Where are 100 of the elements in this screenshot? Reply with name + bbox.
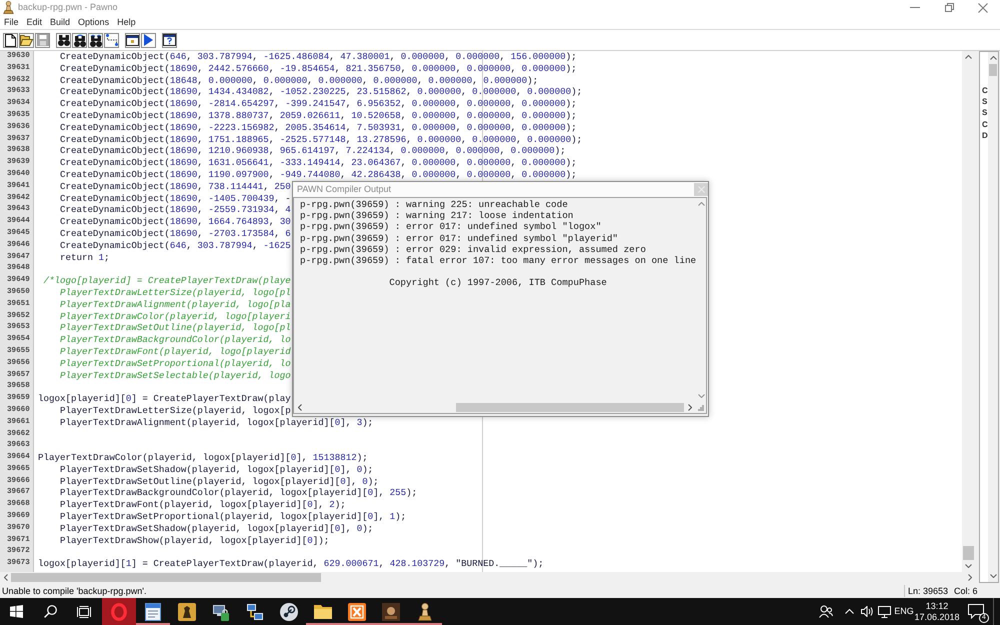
toolbar-button[interactable] <box>56 32 71 48</box>
chevron-right-icon[interactable] <box>968 574 972 581</box>
task-view-icon <box>77 606 91 618</box>
menu-item[interactable]: Options <box>74 16 114 28</box>
size-grip-icon[interactable] <box>698 404 704 410</box>
toolbar-button[interactable] <box>3 32 18 48</box>
code-line: CreateDynamicObject(18648, 0.000000, 0.000000, 0.000000, 0.000000, 0.000000, 0.000000); <box>60 74 538 86</box>
page-icon <box>5 34 16 46</box>
chevron-right-icon[interactable] <box>688 404 692 411</box>
chevron-left-icon[interactable] <box>4 574 8 581</box>
comment-line: PlayerTextDrawAlignment(playerid, logo[pla <box>60 298 291 311</box>
chevron-left-icon[interactable] <box>298 404 302 411</box>
code-line: CreateDynamicObject(18690, 1210.960938, 965.614197, 7.224134, 0.000000, 0.000000, 0.000000); <box>60 145 566 158</box>
clock-date[interactable]: 17.06.2018 <box>914 612 960 622</box>
output-line: p-rpg.pwn(39659) : error 017: undefined symbol "playerid" <box>300 232 618 244</box>
picture-icon <box>382 602 400 620</box>
comment-line: PlayerTextDrawFont(playerid, logo[playerid <box>60 346 291 358</box>
binoculars-arrow-icon <box>74 34 86 46</box>
minimize-icon <box>910 7 920 8</box>
close-icon <box>978 2 988 12</box>
folder-icon <box>20 34 33 46</box>
code-line: logox[playerid][1] = CreatePlayerTextDraw(playerid, 629.000671, 428.103729, "BURNED._____"); <box>38 558 544 570</box>
output-line: p-rpg.pwn(39659) : warning 225: unreachable code <box>300 199 568 210</box>
code-line: CreateDynamicObject(18690, -1405.700439, - <box>60 192 291 204</box>
code-line: CreateDynamicObject(18690, 1751.188965, -2525.577148, 13.278596, 0.000000, 0.000000, 0.000000); <box>60 134 582 146</box>
menu-item[interactable]: Help <box>113 16 140 28</box>
circle-logo-icon <box>280 602 298 620</box>
toolbar-button[interactable] <box>141 32 156 48</box>
code-line: CreateDynamicObject(18690, 1664.764893, 30 <box>60 216 291 228</box>
menu-item[interactable]: File <box>0 16 23 28</box>
comment-line: PlayerTextDrawSetOutline(playerid, logo[pl <box>60 322 291 334</box>
column-position: Col: 6 <box>954 585 978 597</box>
binoculars-icon <box>58 34 70 46</box>
scroll-thumb[interactable] <box>456 403 684 412</box>
code-line: PlayerTextDrawAlignment(playerid, logox[playerid][0], 3); <box>60 416 374 428</box>
code-line: CreateDynamicObject(18690, 2442.576660, -19.854654, 821.356750, 0.000000, 0.000000, 0.000000); <box>60 62 577 75</box>
code-line: PlayerTextDrawColor(playerid, logox[playerid][0], 15138812); <box>38 452 368 464</box>
chevron-down-icon[interactable] <box>990 574 996 578</box>
speech-bubble-icon[interactable] <box>968 604 984 619</box>
people-icon <box>819 605 833 618</box>
binoculars-arrows-icon <box>90 34 102 46</box>
cross-tile-icon <box>348 602 366 620</box>
close-icon <box>698 186 704 193</box>
code-line: PlayerTextDrawLetterSize(playerid, logox[p <box>60 404 291 417</box>
function-list-item[interactable]: C <box>982 85 988 96</box>
chevron-down-icon[interactable] <box>698 394 705 398</box>
toolbar-button[interactable] <box>104 32 119 48</box>
comment-line: PlayerTextDrawSetProportional(playerid, lo <box>60 358 291 370</box>
code-line: CreateDynamicObject(18690, 1434.434082, -1052.230225, 23.515862, 0.000000, 0.000000, 0.000000); <box>60 86 582 98</box>
play-icon <box>144 34 153 46</box>
help-icon <box>163 34 176 46</box>
speaker-icon <box>861 606 873 617</box>
pawn-icon <box>418 602 432 620</box>
code-line: CreateDynamicObject(18690, -2223.156982, 2005.354614, 7.503931, 0.000000, 0.000000, 0.000000); <box>60 122 577 134</box>
output-line: p-rpg.pwn(39659) : warning 217: loose indentation <box>300 210 574 222</box>
toolbar-button[interactable] <box>125 32 140 48</box>
code-line: CreateDynamicObject(646, 303.787994, -1625 <box>60 240 291 252</box>
function-list-item[interactable]: C <box>982 118 988 130</box>
chevron-up-icon[interactable] <box>698 202 705 206</box>
output-line: p-rpg.pwn(39659) : error 017: undefined symbol "logox" <box>300 221 602 233</box>
window-icon <box>126 34 139 46</box>
clock-time[interactable]: 13:12 <box>926 600 948 612</box>
window-title: backup-rpg.pwn - Pawno <box>18 2 118 13</box>
scroll-thumb[interactable] <box>11 573 321 582</box>
function-list-item[interactable]: S <box>982 96 988 108</box>
comment-line: PlayerTextDrawBackgroundColor(playerid, lo <box>60 334 291 346</box>
vertical-scrollbar[interactable] <box>988 52 998 582</box>
code-line: PlayerTextDrawShow(playerid, logox[playerid][0]); <box>60 534 330 546</box>
menu-item[interactable]: Edit <box>22 16 46 28</box>
code-line: CreateDynamicObject(18690, -2703.173584, 6 <box>60 228 291 240</box>
function-list-item[interactable]: S <box>982 107 988 119</box>
toolbar-button[interactable] <box>72 32 87 48</box>
game-tile-icon <box>178 602 196 620</box>
language-indicator[interactable]: ENG <box>894 606 914 617</box>
code-line: CreateDynamicObject(18690, 1378.880737, 2059.026611, 10.520658, 0.000000, 0.000000, 0.000000); <box>60 110 577 122</box>
pawn-icon <box>3 1 14 14</box>
ring-icon <box>111 602 127 620</box>
network-icon <box>246 602 264 620</box>
toolbar-button[interactable] <box>19 32 34 48</box>
code-line: PlayerTextDrawSetShadow(playerid, logox[playerid][0], 0); <box>60 464 374 476</box>
toolbar-button[interactable] <box>88 32 103 48</box>
chevron-up-icon[interactable] <box>965 55 972 59</box>
scroll-thumb[interactable] <box>989 64 997 76</box>
code-line: CreateDynamicObject(646, 303.787994, -1625.486084, 47.380001, 0.000000, 0.000000, 156.000000); <box>60 51 577 63</box>
function-list-item[interactable]: D <box>982 130 988 141</box>
code-line: CreateDynamicObject(18690, 1190.097900, -949.744080, 42.286438, 0.000000, 0.000000, 0.000000); <box>60 168 577 181</box>
comment-line: PlayerTextDrawColor(playerid, logo[playeri <box>60 310 291 322</box>
scroll-thumb[interactable] <box>963 546 974 560</box>
toolbar-button[interactable] <box>162 32 177 48</box>
folder-icon <box>314 604 332 619</box>
copyright-text: Copyright (c) 1997-2006, ITB CompuPhase <box>389 277 607 288</box>
code-line: PlayerTextDrawBackgroundColor(playerid, logox[playerid][0], 255); <box>60 487 418 500</box>
chevron-up-icon[interactable] <box>990 56 996 60</box>
code-line: CreateDynamicObject(18690, -2814.654297, -399.241547, 6.956352, 0.000000, 0.000000, 0.000000); <box>60 98 577 110</box>
menu-item[interactable]: Build <box>46 16 74 28</box>
monitor-lock-icon <box>212 602 230 620</box>
chevron-up-icon <box>844 609 854 614</box>
code-line: return 1; <box>60 252 110 264</box>
comment-line: PlayerTextDrawLetterSize(playerid, logo[pl <box>60 286 291 299</box>
chevron-down-icon[interactable] <box>965 564 972 568</box>
